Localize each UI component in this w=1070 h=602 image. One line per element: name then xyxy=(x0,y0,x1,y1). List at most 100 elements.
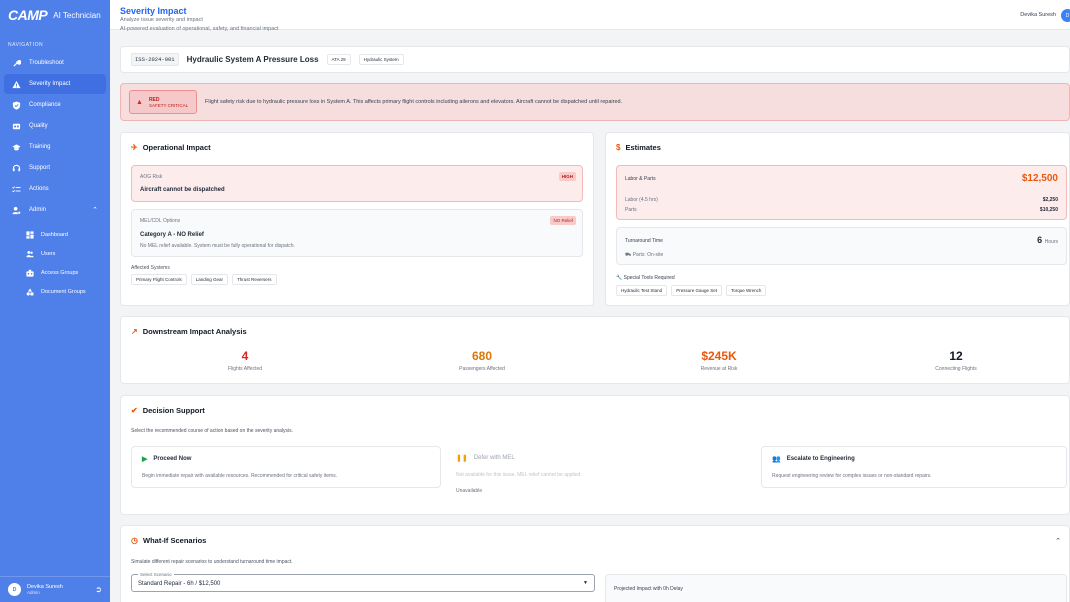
aog-label: AOG Risk xyxy=(140,174,163,180)
wrench-icon xyxy=(12,59,21,68)
header-avatar[interactable]: D xyxy=(1061,9,1070,22)
aog-value: Aircraft cannot be dispatched xyxy=(140,187,225,193)
sidebar-subitem-label: Document Groups xyxy=(41,288,86,295)
tool-chip: Torque Wrench xyxy=(725,285,767,296)
issue-summary-bar: ISS-2024-001 Hydraulic System A Pressure… xyxy=(120,46,1070,73)
sidebar-item-training[interactable]: Training xyxy=(4,137,106,157)
headset-icon xyxy=(12,164,21,173)
pause-icon: ❚❚ xyxy=(456,455,468,462)
sidebar-item-label: Troubleshoot xyxy=(29,60,64,66)
parts-row: Parts $10,250 xyxy=(625,207,1058,213)
sidebar-subitem-dashboard[interactable]: Dashboard xyxy=(0,225,110,244)
metric-value: 12 xyxy=(949,349,963,363)
sidebar-item-quality[interactable]: Quality xyxy=(4,116,106,136)
option-title: Escalate to Engineering xyxy=(786,456,855,462)
play-icon: ▶ xyxy=(142,456,148,463)
shield-check-icon xyxy=(12,100,21,110)
sidebar-item-severity-impact[interactable]: Severity Impact xyxy=(4,74,106,94)
metric-revenue-at-risk: $245K Revenue at Risk xyxy=(659,349,779,372)
escalate-engineering-option[interactable]: 👥 Escalate to Engineering Request engine… xyxy=(761,446,1067,488)
what-if-description: Simulate different repair scenarios to u… xyxy=(131,559,293,565)
mel-label: MEL/CDL Options xyxy=(140,218,181,224)
issue-id: ISS-2024-001 xyxy=(131,53,179,66)
metric-label: Connecting Flights xyxy=(935,366,977,372)
shapes-icon xyxy=(26,287,34,296)
mel-description: No MEL relief available. System must be … xyxy=(140,243,295,249)
turnaround-label: Turnaround Time xyxy=(625,238,663,244)
nav-section-label: NAVIGATION xyxy=(8,42,44,48)
defer-mel-option[interactable]: ❚❚ Defer with MEL Not available for this… xyxy=(446,446,756,488)
header-user-name[interactable]: Devika Suresh xyxy=(1020,12,1056,18)
sidebar-subitem-label: Access Groups xyxy=(41,269,79,276)
sidebar-subitem-access-groups[interactable]: Access Groups xyxy=(0,263,110,282)
chevron-up-icon[interactable]: ⌃ xyxy=(92,206,98,214)
sidebar-item-label: Admin xyxy=(29,207,47,213)
scenario-select-label: Select Scenario xyxy=(138,572,174,577)
severity-badge: ▲ RED SAFETY CRITICAL xyxy=(129,90,197,114)
severity-category: SAFETY CRITICAL xyxy=(148,102,189,108)
users-icon xyxy=(26,250,34,258)
sidebar-item-troubleshoot[interactable]: Troubleshoot xyxy=(4,53,106,73)
turnaround-unit: Hours xyxy=(1044,239,1058,245)
mel-category: Category A - NO Relief xyxy=(140,232,204,238)
scenario-select[interactable]: Select Scenario Standard Repair - 6h / $… xyxy=(131,572,595,592)
what-if-title: What-If Scenarios xyxy=(142,536,207,545)
system-tag: Hydraulic System xyxy=(358,54,404,65)
proceed-now-option[interactable]: ▶ Proceed Now Begin immediate repair wit… xyxy=(131,446,441,488)
sidebar-item-label: Quality xyxy=(29,123,48,129)
sidebar-item-support[interactable]: Support xyxy=(4,158,106,178)
metric-label: Passengers Affected xyxy=(459,366,505,372)
aog-risk-box: AOG Risk HIGH Aircraft cannot be dispatc… xyxy=(131,165,583,202)
trending-up-icon: ↗ xyxy=(131,327,138,336)
special-tools-list: Hydraulic Test Stand Pressure Gauge Set … xyxy=(616,285,767,296)
check-circle-icon: ✔ xyxy=(131,406,138,415)
sidebar-item-compliance[interactable]: Compliance xyxy=(4,95,106,115)
metric-connecting-flights: 12 Connecting Flights xyxy=(896,349,1016,372)
affected-systems-list: Primary Flight Controls Landing Gear Thr… xyxy=(131,274,277,285)
sidebar-subitem-users[interactable]: Users xyxy=(0,244,110,263)
sidebar-subitem-label: Dashboard xyxy=(41,231,68,238)
card-title: ↗ Downstream Impact Analysis xyxy=(131,327,247,336)
severity-message: Flight safety risk due to hydraulic pres… xyxy=(205,99,623,105)
warning-icon: ▲ xyxy=(136,98,143,106)
sidebar-subitem-label: Users xyxy=(41,250,56,257)
logout-icon[interactable]: ➲ xyxy=(95,585,102,594)
page-title: Severity Impact xyxy=(120,6,187,16)
downstream-impact-card: ↗ Downstream Impact Analysis 4 Flights A… xyxy=(120,316,1070,384)
metric-value: 680 xyxy=(471,349,493,363)
dashboard-icon xyxy=(26,230,34,239)
affected-system-chip: Thrust Reversers xyxy=(232,274,277,285)
what-if-card: ◷ What-If Scenarios ⌃ Simulate different… xyxy=(120,525,1070,602)
decision-support-card: ✔ Decision Support Select the recommende… xyxy=(120,395,1070,515)
turnaround-box: Turnaround Time 6 Hours ⛟ Parts: On-site xyxy=(616,227,1067,265)
issue-title: Hydraulic System A Pressure Loss xyxy=(186,55,319,64)
affected-system-chip: Landing Gear xyxy=(190,274,229,285)
engineer-icon: 👥 xyxy=(772,456,781,463)
sidebar-item-admin[interactable]: Admin ⌃ xyxy=(4,200,106,220)
sidebar-subitem-document-groups[interactable]: Document Groups xyxy=(0,282,110,301)
metric-label: Flights Affected xyxy=(227,366,263,372)
sidebar-user-footer: D Devika Suresh Admin ➲ xyxy=(0,576,110,602)
app-name: AI Technician xyxy=(53,10,101,20)
checklist-icon xyxy=(12,185,21,194)
special-tools-text: Special Tools Required xyxy=(623,275,675,281)
special-tools-label: 🔧 Special Tools Required xyxy=(616,275,675,281)
sidebar-item-actions[interactable]: Actions xyxy=(4,179,106,199)
avatar[interactable]: D xyxy=(8,583,21,596)
brand[interactable]: CAMP AI Technician xyxy=(0,0,110,30)
aog-badge: HIGH xyxy=(558,172,576,181)
chevron-up-icon[interactable]: ⌃ xyxy=(1055,537,1061,545)
dropdown-arrow-icon: ▼ xyxy=(583,580,588,586)
ai-description: AI-powered evaluation of operational, sa… xyxy=(120,26,279,32)
sidebar-item-label: Support xyxy=(29,165,51,171)
metric-value: $245K xyxy=(701,349,737,363)
unavailable-label: Unavailable xyxy=(456,488,483,494)
admin-gear-icon xyxy=(12,206,21,215)
labor-value: $2,250 xyxy=(1042,197,1058,203)
card-title: ✈ Operational Impact xyxy=(131,143,211,152)
sidebar-item-label: Compliance xyxy=(29,102,61,108)
clock-icon: ◷ xyxy=(131,536,138,545)
parts-status-text: Parts: On-site xyxy=(632,252,664,258)
option-description: Not available for this issue. MEL relief… xyxy=(456,472,582,478)
sidebar-item-label: Severity Impact xyxy=(29,81,71,87)
